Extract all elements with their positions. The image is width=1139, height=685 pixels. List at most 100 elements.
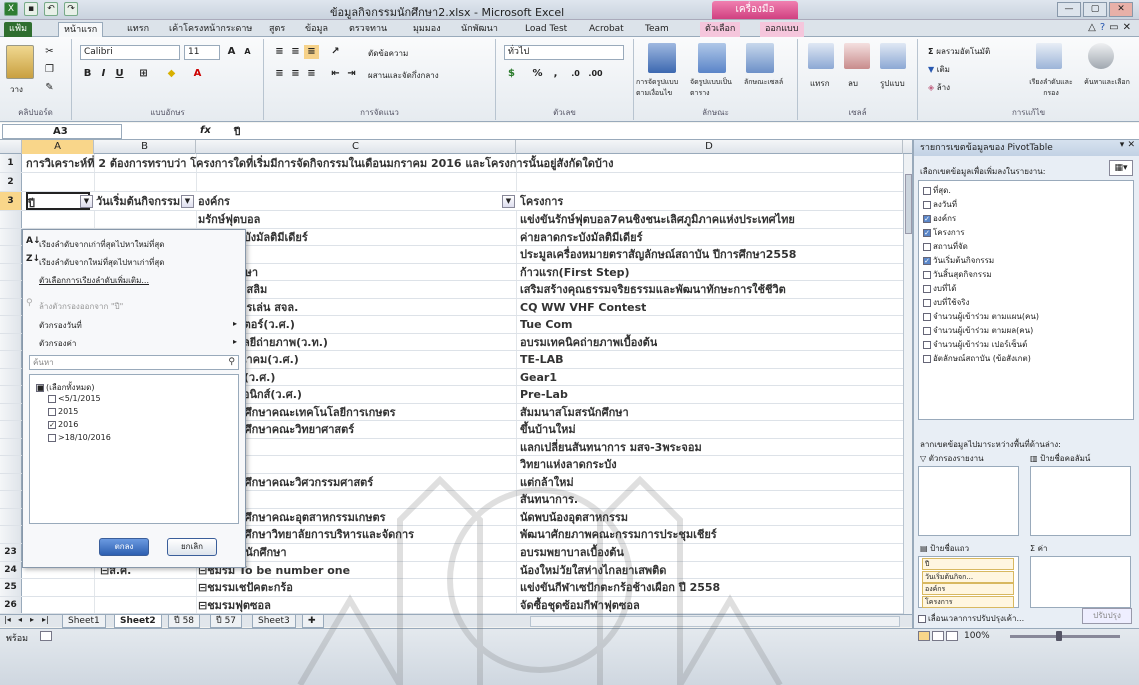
row-header[interactable]: [0, 491, 22, 508]
cell-project[interactable]: แข่งขันกีฬาเซปักตะกร้อช้างเผือก ปี 2558: [520, 579, 900, 596]
cell-project[interactable]: เสริมสร้างคุณธรรมจริยธรรมและพัฒนาทักษะกา…: [520, 281, 786, 298]
cell-project[interactable]: Tue Com: [520, 316, 573, 333]
number-format-select[interactable]: ทั่วไป: [504, 45, 624, 60]
row-header[interactable]: [0, 263, 22, 280]
tab-view[interactable]: มุมมอง: [408, 22, 446, 37]
sort-asc-item[interactable]: เรียงลำดับจากเก่าที่สุดไปหาใหม่ที่สุด: [39, 238, 164, 251]
row-header[interactable]: [0, 508, 22, 525]
sort-filter-button[interactable]: เรียงลำดับและกรอง: [1022, 77, 1080, 99]
tab-design[interactable]: ออกแบบ: [760, 22, 804, 37]
format-table-icon[interactable]: [698, 43, 726, 73]
format-table-button[interactable]: จัดรูปแบบเป็นตาราง: [690, 77, 742, 99]
tab-developer[interactable]: นักพัฒนา: [456, 22, 503, 37]
cell-project[interactable]: แข่งขันรักษ์ฟุตบอล7คนชิงชนะเลิศภูมิภาคแห…: [520, 211, 795, 228]
cell-project[interactable]: พัฒนาศักยภาพคณะกรรมการประชุมเชียร์: [520, 526, 717, 543]
row-header[interactable]: 2: [0, 173, 22, 191]
row-header[interactable]: [0, 368, 22, 385]
tab-formulas[interactable]: สูตร: [264, 22, 290, 37]
cell-project[interactable]: วิทยาแห่งลาดกระบัง: [520, 456, 617, 473]
ribbon-minimize-icon[interactable]: △: [1088, 22, 1096, 33]
row-header[interactable]: [0, 298, 22, 315]
checkbox[interactable]: [923, 298, 931, 307]
cell-project[interactable]: น้องใหม่วัยใสห่างไกลยาเสพติด: [520, 562, 900, 579]
align-left-icon[interactable]: ≡: [272, 67, 287, 81]
cell-project[interactable]: นัดพบน้องอุตสาหกรรม: [520, 509, 628, 526]
pivot-field-item[interactable]: จำนวนผู้เข้าร่วม ตามผล(คน): [923, 324, 1033, 337]
year-filter-dropdown[interactable]: ▼: [80, 195, 93, 208]
close-workbook-icon[interactable]: ✕: [1123, 22, 1131, 33]
delete-cells-icon[interactable]: [844, 43, 870, 69]
cell-project[interactable]: Gear1: [520, 369, 557, 386]
tab-file[interactable]: แฟ้ม: [4, 22, 33, 37]
cell-b3-start-date[interactable]: วันเริ่มต้นกิจกรรม: [96, 192, 180, 210]
checkbox[interactable]: [923, 186, 931, 195]
underline-button[interactable]: U: [112, 67, 127, 81]
pivot-field-item[interactable]: ✓ โครงการ: [923, 226, 964, 239]
cell-project[interactable]: สันทนาการ.: [520, 491, 578, 508]
clear-button[interactable]: ◈ ล้าง: [928, 81, 950, 94]
start-date-filter-dropdown[interactable]: ▼: [181, 195, 194, 208]
macro-record-icon[interactable]: [40, 631, 52, 641]
tab-page-layout[interactable]: เค้าโครงหน้ากระดาษ: [164, 22, 257, 37]
cell-project[interactable]: แลกเปลี่ยนสันทนาการ มสจ-3พระจอม: [520, 439, 702, 456]
sheet-tab[interactable]: Sheet1: [62, 615, 106, 628]
cell-project[interactable]: TE-LAB: [520, 351, 564, 368]
checkbox[interactable]: ✓: [923, 214, 931, 223]
cell-project[interactable]: อบรมเทคนิคถ่ายภาพเบื้องต้น: [520, 334, 657, 351]
row-header[interactable]: [0, 316, 22, 333]
insert-function-icon[interactable]: fx: [200, 125, 211, 136]
tab-home[interactable]: หน้าแรก: [58, 22, 104, 37]
restore-icon[interactable]: ▭: [1109, 22, 1118, 33]
horizontal-scrollbar[interactable]: [530, 616, 900, 627]
cancel-button[interactable]: ยกเลิก: [167, 538, 217, 556]
align-bottom-icon[interactable]: ≡: [304, 45, 319, 59]
row-header[interactable]: 26: [0, 596, 22, 613]
cell-project[interactable]: ขึ้นบ้านใหม่: [520, 421, 576, 438]
row-header[interactable]: [0, 211, 22, 228]
row-header[interactable]: [0, 456, 22, 473]
update-button[interactable]: ปรับปรุง: [1082, 608, 1132, 624]
last-sheet-icon[interactable]: ▸|: [42, 615, 49, 624]
cell-project[interactable]: แต่กล้าใหม่: [520, 474, 574, 491]
pivot-field-item[interactable]: ✓ องค์กร: [923, 212, 956, 225]
checkbox[interactable]: [923, 200, 931, 209]
cell-project[interactable]: จัดซื้อชุดซ้อมกีฬาฟุตซอล: [520, 597, 900, 614]
pivot-field-item[interactable]: วันสิ้นสุดกิจกรรม: [923, 268, 992, 281]
increase-decimal-icon[interactable]: .0: [568, 67, 583, 81]
report-filter-area[interactable]: [918, 466, 1019, 536]
clear-filter-item[interactable]: ล้างตัวกรองออกจาก "ปี": [39, 300, 123, 313]
format-painter-icon[interactable]: ✎: [42, 81, 57, 95]
pivot-field-item[interactable]: ที่สุด.: [923, 184, 951, 197]
more-sort-options-item[interactable]: ตัวเลือกการเรียงลำดับเพิ่มเติม...: [39, 274, 149, 287]
pivot-field-item[interactable]: ✓ วันเริ่มต้นกิจกรรม: [923, 254, 994, 267]
row-header[interactable]: [0, 281, 22, 298]
align-middle-icon[interactable]: ≡: [288, 45, 303, 59]
row-field-chip[interactable]: ปี: [922, 558, 1014, 570]
normal-view-icon[interactable]: [918, 631, 930, 641]
sheet-tab[interactable]: Sheet3: [252, 615, 296, 628]
cell-org[interactable]: มรักษ์ฟุตบอล: [198, 211, 514, 228]
name-box[interactable]: A3: [2, 124, 122, 139]
grow-font-icon[interactable]: A: [224, 45, 239, 59]
cell-project[interactable]: อบรมพยาบาลเบื้องต้น: [520, 544, 900, 561]
first-sheet-icon[interactable]: |◂: [4, 615, 11, 624]
align-right-icon[interactable]: ≡: [304, 67, 319, 81]
zoom-slider-thumb[interactable]: [1056, 631, 1062, 641]
italic-button[interactable]: I: [96, 67, 111, 81]
page-layout-view-icon[interactable]: [932, 631, 944, 641]
undo-icon[interactable]: ↶: [44, 2, 58, 16]
next-sheet-icon[interactable]: ▸: [30, 615, 34, 624]
select-all-corner[interactable]: [0, 140, 22, 154]
cell-org[interactable]: ⊟ชมรมฟุตซอล: [198, 597, 514, 614]
checkbox[interactable]: ■: [36, 383, 44, 392]
help-icon[interactable]: ?: [1100, 22, 1105, 33]
cell-a1[interactable]: การวิเคราะห์ที่ 2 ต้องการทราบว่า โครงการ…: [26, 154, 613, 172]
checkbox[interactable]: [923, 354, 931, 363]
conditional-format-button[interactable]: การจัดรูปแบบตามเงื่อนไข: [636, 77, 690, 99]
tab-acrobat[interactable]: Acrobat: [584, 22, 629, 37]
column-header-c[interactable]: C: [196, 140, 516, 154]
row-header[interactable]: [0, 421, 22, 438]
shrink-font-icon[interactable]: A: [240, 45, 255, 59]
insert-button[interactable]: แทรก: [810, 77, 830, 90]
scroll-thumb[interactable]: [905, 174, 912, 234]
